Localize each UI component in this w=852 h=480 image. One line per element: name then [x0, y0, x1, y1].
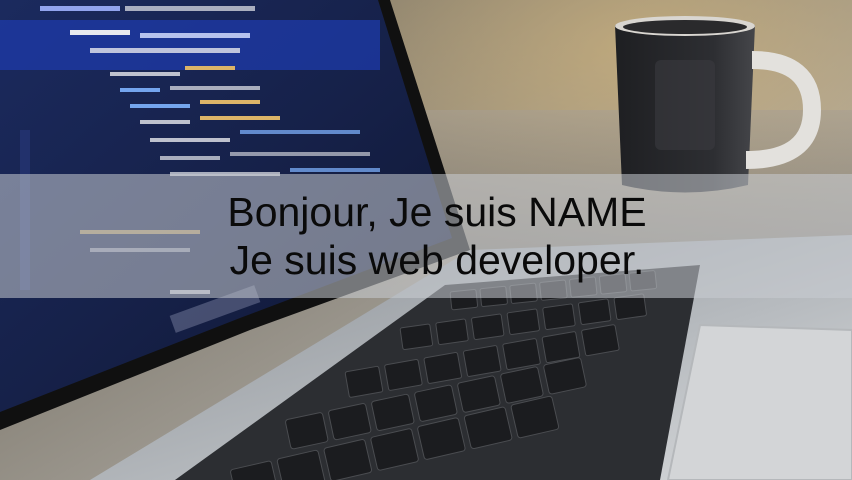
- hero-banner: Bonjour, Je suis NAME Je suis web develo…: [0, 174, 852, 298]
- role-headline: Je suis web developer.: [229, 237, 645, 283]
- greeting-headline: Bonjour, Je suis NAME: [227, 189, 647, 235]
- hero-section: Bonjour, Je suis NAME Je suis web develo…: [0, 0, 852, 480]
